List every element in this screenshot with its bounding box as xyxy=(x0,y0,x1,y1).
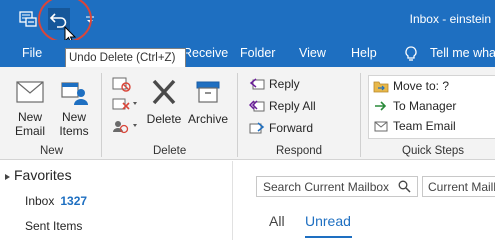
forward-label: Forward xyxy=(269,121,314,135)
undo-tooltip: Undo Delete (Ctrl+Z) xyxy=(65,48,186,68)
window-title: Inbox - einstein xyxy=(409,12,491,26)
to-manager-label: To Manager xyxy=(393,99,457,113)
manager-arrow-icon xyxy=(375,101,387,111)
new-items-label-2: Items xyxy=(59,124,89,138)
filter-tab-unread[interactable]: Unread xyxy=(305,213,351,229)
search-icon xyxy=(398,180,411,196)
search-scope-dropdown[interactable]: Current Mailbox xyxy=(422,176,495,197)
group-label-new: New xyxy=(40,145,64,157)
inbox-unread-count: 1327 xyxy=(60,194,88,208)
folder-arrow-icon xyxy=(373,81,389,93)
team-email-label: Team Email xyxy=(393,119,456,133)
team-email-icon xyxy=(374,121,388,132)
reply-label: Reply xyxy=(269,77,300,91)
menu-view[interactable]: View xyxy=(299,46,326,60)
archive-label: Archive xyxy=(187,112,228,126)
group-separator xyxy=(101,73,102,157)
forward-icon xyxy=(249,122,265,134)
group-separator xyxy=(237,73,238,157)
ignore-icon[interactable] xyxy=(110,75,134,93)
send-receive-all-icon[interactable] xyxy=(18,9,38,29)
quick-step-team-email[interactable]: Team Email xyxy=(373,117,456,135)
new-email-button[interactable]: New Email xyxy=(6,77,54,138)
inbox-label: Inbox xyxy=(25,194,55,208)
quick-step-move-to[interactable]: Move to: ? xyxy=(373,77,449,95)
quick-step-to-manager[interactable]: To Manager xyxy=(373,97,456,115)
archive-icon xyxy=(196,81,220,103)
delete-label: Delete xyxy=(146,112,182,126)
delete-icon xyxy=(152,79,176,105)
group-label-quick-steps: Quick Steps xyxy=(402,145,464,157)
reply-all-icon xyxy=(249,100,265,112)
group-label-respond: Respond xyxy=(276,145,323,157)
filter-tab-all[interactable]: All xyxy=(269,213,285,229)
collapse-favorites-icon[interactable] xyxy=(4,171,12,185)
delete-button[interactable]: Delete xyxy=(145,77,183,126)
pane-divider xyxy=(232,161,233,240)
active-tab-indicator xyxy=(305,236,352,238)
new-items-label-1: New xyxy=(61,110,86,124)
menu-file[interactable]: File xyxy=(22,46,42,60)
reply-all-button[interactable]: Reply All xyxy=(249,96,316,116)
nav-item-inbox[interactable]: Inbox 1327 xyxy=(25,194,87,208)
forward-button[interactable]: Forward xyxy=(249,118,313,138)
group-separator xyxy=(360,73,361,157)
new-email-label-1: New xyxy=(17,110,42,124)
favorites-header[interactable]: Favorites xyxy=(14,167,72,183)
tell-me-search[interactable]: Tell me wha xyxy=(430,46,495,60)
new-items-button[interactable]: New Items xyxy=(52,77,96,138)
new-email-icon xyxy=(16,81,44,103)
group-label-delete: Delete xyxy=(153,145,187,157)
ribbon: New Email New Items New Delete Archive D… xyxy=(0,67,495,160)
nav-item-sent[interactable]: Sent Items xyxy=(25,219,82,233)
reply-icon xyxy=(249,78,265,90)
search-placeholder: Search Current Mailbox xyxy=(263,180,390,194)
reply-button[interactable]: Reply xyxy=(249,74,300,94)
lightbulb-icon xyxy=(404,46,418,65)
archive-button[interactable]: Archive xyxy=(185,77,231,126)
clean-up-icon[interactable] xyxy=(110,95,140,113)
reply-all-label: Reply All xyxy=(269,99,316,113)
menu-help[interactable]: Help xyxy=(351,46,377,60)
new-email-label-2: Email xyxy=(14,124,45,138)
search-input[interactable]: Search Current Mailbox xyxy=(256,176,418,197)
menu-send-receive[interactable]: Receive xyxy=(183,46,228,60)
menu-folder[interactable]: Folder xyxy=(240,46,275,60)
new-items-icon xyxy=(61,82,88,105)
move-to-label: Move to: ? xyxy=(393,79,450,93)
junk-icon[interactable] xyxy=(110,117,140,135)
